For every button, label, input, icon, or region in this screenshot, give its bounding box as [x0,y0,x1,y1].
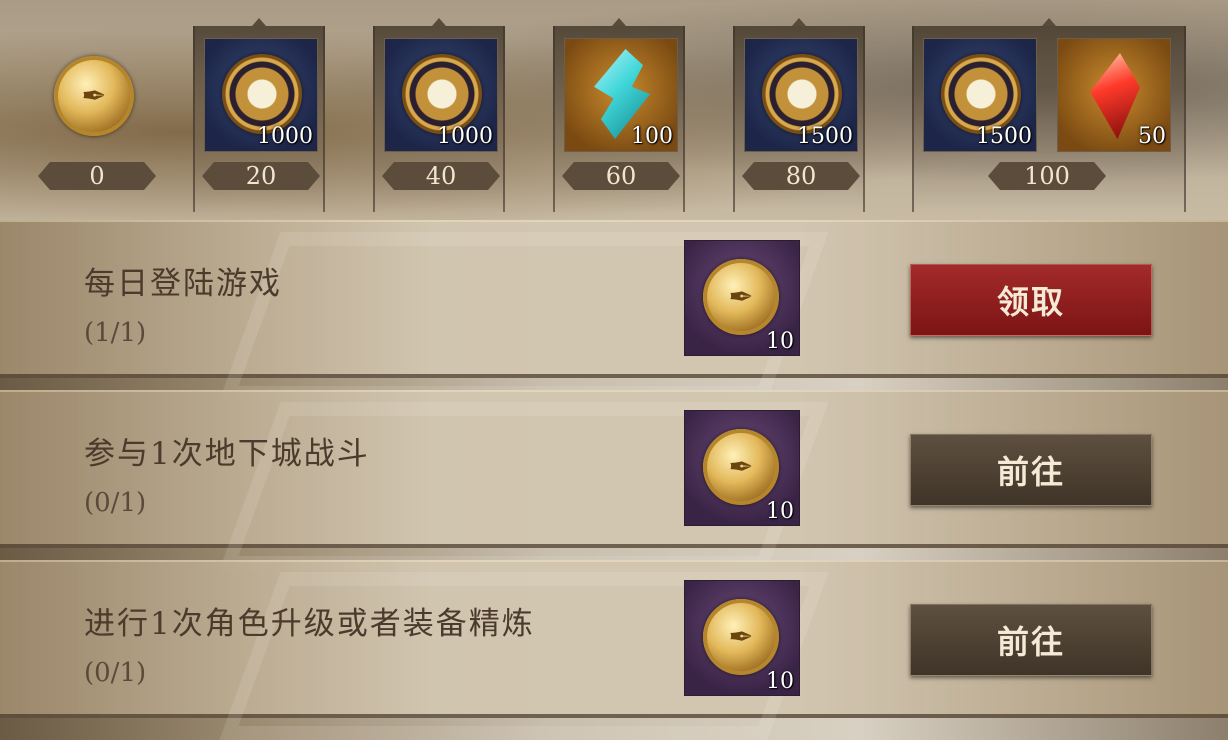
milestone-80-reward[interactable]: 1500 [744,38,858,152]
task-row-daily-login: 每日登陆游戏 (1/1) ✒ 10 领取 [0,220,1228,378]
gold-medal-icon [402,54,482,134]
task-title: 参与1次地下城战斗 [84,436,370,472]
gold-medal-icon [941,54,1021,134]
task-title: 进行1次角色升级或者装备精炼 [84,606,535,642]
task-reward[interactable]: ✒ 10 [684,240,800,356]
task-progress: (0/1) [84,488,147,518]
go-button[interactable]: 前往 [910,434,1152,506]
milestone-threshold: 100 [988,162,1106,190]
activity-points-coin-icon: ✒ [703,599,779,675]
reward-quantity: 1000 [437,124,493,149]
task-progress: (0/1) [84,658,147,688]
reward-quantity: 1500 [797,124,853,149]
gold-medal-icon [762,54,842,134]
go-button[interactable]: 前往 [910,604,1152,676]
reward-quantity: 1500 [976,124,1032,149]
milestone-60-reward[interactable]: 100 [564,38,678,152]
milestone-20-reward[interactable]: 1000 [204,38,318,152]
reward-quantity: 50 [1138,124,1166,149]
milestone-threshold: 20 [202,162,320,190]
claim-button[interactable]: 领取 [910,264,1152,336]
reward-quantity: 1000 [257,124,313,149]
activity-points-coin-icon: ✒ [703,259,779,335]
task-row-dungeon-battle: 参与1次地下城战斗 (0/1) ✒ 10 前往 [0,390,1228,548]
task-progress: (1/1) [84,318,147,348]
reward-quantity: 10 [766,329,794,354]
current-points-value: 0 [38,162,156,190]
task-reward[interactable]: ✒ 10 [684,410,800,526]
milestone-threshold: 80 [742,162,860,190]
milestone-threshold: 60 [562,162,680,190]
reward-quantity: 10 [766,499,794,524]
milestone-100-reward-2[interactable]: 50 [1057,38,1171,152]
milestone-100-reward-1[interactable]: 1500 [923,38,1037,152]
activity-points-coin-icon: ✒ [54,56,134,136]
milestone-threshold: 40 [382,162,500,190]
task-row-upgrade-refine: 进行1次角色升级或者装备精炼 (0/1) ✒ 10 前往 [0,560,1228,718]
task-reward[interactable]: ✒ 10 [684,580,800,696]
red-crystal-icon [1090,53,1140,139]
reward-quantity: 100 [631,124,673,149]
gold-medal-icon [222,54,302,134]
activity-points-coin-icon: ✒ [703,429,779,505]
milestone-40-reward[interactable]: 1000 [384,38,498,152]
task-title: 每日登陆游戏 [84,266,282,302]
reward-quantity: 10 [766,669,794,694]
